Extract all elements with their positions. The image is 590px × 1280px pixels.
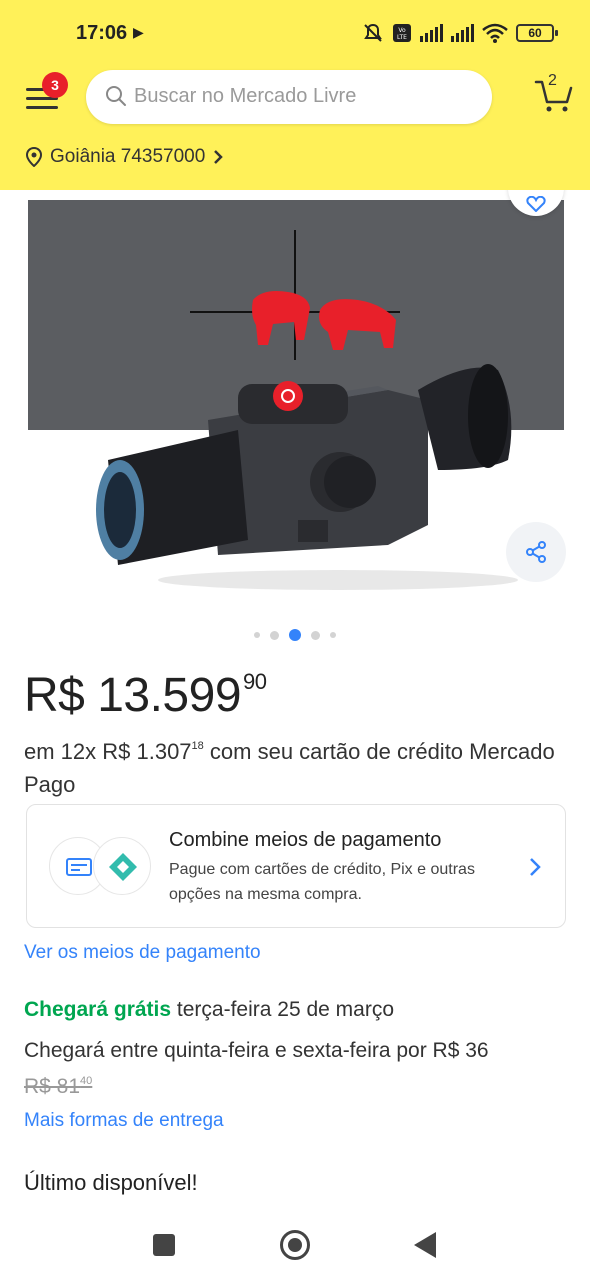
payment-methods-link[interactable]: Ver os meios de pagamento — [24, 942, 261, 964]
search-input[interactable]: Buscar no Mercado Livre — [86, 70, 492, 124]
price-cents: 90 — [243, 669, 267, 694]
play-icon: ▶ — [133, 24, 144, 40]
free-delivery-label: Chegará grátis — [24, 998, 172, 1021]
gallery-dot[interactable] — [270, 630, 279, 640]
pix-icon — [93, 837, 151, 895]
old-price-cents: 40 — [80, 1075, 93, 1087]
old-delivery-price: R$ 8140 — [24, 1075, 92, 1098]
product-image-gallery[interactable] — [0, 190, 590, 610]
mute-icon — [364, 23, 382, 42]
installments-text: em 12x R$ 1.30718 com seu cartão de créd… — [24, 730, 572, 801]
share-icon — [526, 541, 546, 563]
chevron-right-icon — [530, 858, 541, 876]
thermal-scope-image — [96, 364, 518, 590]
volte-icon: VoLTE — [393, 24, 411, 42]
system-navigation-bar — [0, 1212, 590, 1280]
gallery-dot[interactable] — [311, 630, 320, 640]
installments-cents: 18 — [191, 740, 204, 752]
home-button[interactable] — [280, 1230, 310, 1260]
cart-button[interactable]: 2 — [534, 72, 574, 114]
heart-icon — [526, 196, 546, 212]
chevron-right-icon — [214, 150, 224, 164]
free-delivery-line: Chegará grátis terça-feira 25 de março — [24, 998, 394, 1022]
location-selector[interactable]: Goiânia 74357000 — [26, 146, 224, 168]
payment-card-description: Pague com cartões de crédito, Pix e outr… — [169, 861, 475, 903]
cart-count: 2 — [548, 72, 557, 89]
recent-apps-button[interactable] — [153, 1234, 175, 1256]
location-text: Goiânia 74357000 — [50, 146, 206, 167]
status-time: 17:06 — [76, 22, 128, 44]
gallery-dot[interactable] — [330, 632, 336, 638]
payment-methods-card[interactable]: Combine meios de pagamento Pague com car… — [26, 804, 566, 928]
installments-amount: em 12x R$ 1.307 — [24, 739, 192, 764]
signal-icon — [420, 24, 443, 42]
gallery-dot-active[interactable] — [289, 629, 301, 641]
battery-icon: 60 — [516, 24, 558, 42]
svg-text:Vo: Vo — [398, 27, 406, 34]
svg-text:LTE: LTE — [397, 34, 407, 41]
location-pin-icon — [26, 147, 42, 167]
back-button[interactable] — [414, 1232, 436, 1258]
app-header: 17:06 ▶ Vo LTE 60 3 Buscar no Mercado Liv… — [0, 0, 590, 190]
more-delivery-link[interactable]: Mais formas de entrega — [24, 1110, 224, 1132]
alt-delivery-text: Chegará entre quinta-feira e sexta-feira… — [24, 1039, 489, 1062]
alt-delivery-line: Chegará entre quinta-feira e sexta-feira… — [24, 1036, 584, 1102]
gallery-pagination — [0, 628, 590, 642]
free-delivery-date: terça-feira 25 de março — [171, 998, 394, 1021]
gallery-dot[interactable] — [254, 632, 260, 638]
search-placeholder: Buscar no Mercado Livre — [134, 85, 357, 107]
old-price-main: R$ 81 — [24, 1075, 81, 1098]
payment-card-title: Combine meios de pagamento — [169, 829, 442, 851]
status-bar: 17:06 ▶ Vo LTE 60 — [0, 0, 590, 68]
stock-status: Último disponível! — [24, 1170, 198, 1195]
signal-icon — [451, 24, 474, 42]
share-button[interactable] — [506, 522, 566, 582]
wifi-icon — [482, 23, 508, 43]
search-icon — [106, 86, 126, 106]
price-main: R$ 13.599 — [24, 669, 242, 722]
product-price: R$ 13.59990 — [24, 668, 267, 723]
notification-badge: 3 — [42, 72, 68, 98]
status-icons: Vo LTE 60 — [362, 22, 558, 44]
